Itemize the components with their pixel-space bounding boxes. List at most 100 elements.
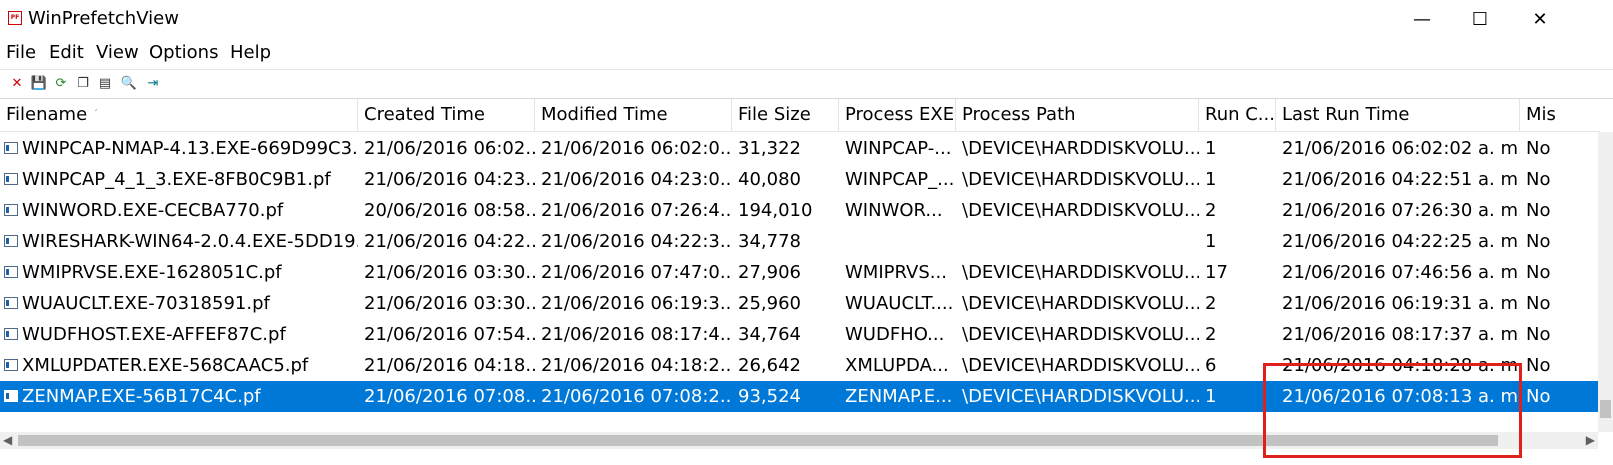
cell-missing: No [1526, 386, 1551, 407]
cell-created-time: 21/06/2016 04:18... [364, 355, 535, 376]
cell-process-path: \DEVICE\HARDDISKVOLU... [962, 138, 1199, 159]
table-row[interactable]: WUDFHOST.EXE-AFFEF87C.pf 21/06/2016 07:54… [0, 319, 1600, 350]
cell-run-counter: 2 [1205, 293, 1217, 314]
column-label: Filename [6, 104, 88, 125]
cell-file-size: 40,080 [738, 169, 801, 190]
cell-created-time: 21/06/2016 04:23... [364, 169, 535, 190]
menu-edit[interactable]: Edit [49, 42, 84, 63]
window-title: WinPrefetchView [28, 8, 179, 29]
cell-filename: WINPCAP_4_1_3.EXE-8FB0C9B1.pf [22, 169, 331, 190]
cell-process-exe: WMIPRVS... [845, 262, 947, 283]
maximize-button[interactable]: ☐ [1450, 0, 1510, 38]
copy-icon[interactable]: ❐ [74, 74, 92, 92]
cell-created-time: 21/06/2016 04:22... [364, 231, 535, 252]
cell-filename: WINPCAP-NMAP-4.13.EXE-669D99C3... [22, 138, 358, 159]
cell-run-counter: 2 [1205, 200, 1217, 221]
sort-ascending-icon: ˊ [93, 109, 99, 120]
column-header-file-size[interactable]: File Size [732, 99, 839, 132]
cell-modified-time: 21/06/2016 06:02:0... [541, 138, 732, 159]
cell-modified-time: 21/06/2016 07:08:2... [541, 386, 732, 407]
cell-missing: No [1526, 200, 1551, 221]
find-icon[interactable]: 🔍 [120, 74, 138, 92]
cell-filename: WMIPRVSE.EXE-1628051C.pf [22, 262, 282, 283]
cell-filename: WUDFHOST.EXE-AFFEF87C.pf [22, 324, 286, 345]
close-button[interactable]: ✕ [1510, 0, 1570, 38]
table-row[interactable]: WMIPRVSE.EXE-1628051C.pf 21/06/2016 03:30… [0, 257, 1600, 288]
app-icon: PF [8, 11, 22, 25]
menu-file[interactable]: File [6, 42, 36, 63]
cell-last-run-time: 21/06/2016 04:22:25 a. m. [1282, 231, 1520, 252]
column-header-modified-time[interactable]: Modified Time [535, 99, 732, 132]
cell-file-size: 27,906 [738, 262, 801, 283]
exit-icon[interactable]: ⇥ [144, 74, 162, 92]
cell-process-path: \DEVICE\HARDDISKVOLU... [962, 386, 1199, 407]
scroll-right-arrow-icon[interactable]: ▶ [1586, 432, 1595, 449]
cell-process-exe: WUAUCLT.... [845, 293, 954, 314]
table-row[interactable]: WUAUCLT.EXE-70318591.pf 21/06/2016 03:30.… [0, 288, 1600, 319]
column-header-missing[interactable]: Mis [1520, 99, 1600, 132]
cell-modified-time: 21/06/2016 04:18:2... [541, 355, 732, 376]
title-bar: PF WinPrefetchView — ☐ ✕ [0, 0, 1613, 38]
cell-run-counter: 2 [1205, 324, 1217, 345]
cell-file-size: 31,322 [738, 138, 801, 159]
cell-file-size: 25,960 [738, 293, 801, 314]
table-row[interactable]: WINWORD.EXE-CECBA770.pf 20/06/2016 08:58.… [0, 195, 1600, 226]
cell-created-time: 21/06/2016 07:08... [364, 386, 535, 407]
cell-missing: No [1526, 231, 1551, 252]
refresh-icon[interactable]: ⟳ [52, 74, 70, 92]
cell-last-run-time: 21/06/2016 07:46:56 a. m... [1282, 262, 1520, 283]
cell-process-path: \DEVICE\HARDDISKVOLU... [962, 355, 1199, 376]
column-header-run-counter[interactable]: Run C... [1199, 99, 1276, 132]
cell-last-run-time: 21/06/2016 04:22:51 a. m. [1282, 169, 1520, 190]
cell-filename: ZENMAP.EXE-56B17C4C.pf [22, 386, 261, 407]
minimize-button[interactable]: — [1392, 0, 1452, 38]
cell-process-path [956, 226, 1199, 257]
cell-process-path: \DEVICE\HARDDISKVOLU... [962, 293, 1199, 314]
cell-created-time: 21/06/2016 03:30... [364, 262, 535, 283]
column-header-last-run-time[interactable]: Last Run Time [1276, 99, 1520, 132]
annotation-highlight-box [1263, 363, 1522, 458]
menu-help[interactable]: Help [230, 42, 271, 63]
delete-icon[interactable]: ✕ [8, 74, 26, 92]
cell-process-exe: WINPCAP_... [845, 169, 955, 190]
cell-file-size: 26,642 [738, 355, 801, 376]
cell-filename: WINWORD.EXE-CECBA770.pf [22, 200, 284, 221]
cell-created-time: 21/06/2016 03:30... [364, 293, 535, 314]
cell-run-counter: 1 [1205, 169, 1217, 190]
column-header-filename[interactable]: Filename ˊ [0, 99, 358, 132]
table-row[interactable]: WINPCAP_4_1_3.EXE-8FB0C9B1.pf 21/06/2016 … [0, 164, 1600, 195]
menu-options[interactable]: Options [149, 42, 218, 63]
vertical-scroll-thumb[interactable] [1600, 400, 1611, 418]
cell-modified-time: 21/06/2016 04:22:3... [541, 231, 732, 252]
cell-process-exe: XMLUPDA... [845, 355, 949, 376]
table-row[interactable]: WIRESHARK-WIN64-2.0.4.EXE-5DD19... 21/06/… [0, 226, 1600, 257]
cell-missing: No [1526, 262, 1551, 283]
table-row[interactable]: WINPCAP-NMAP-4.13.EXE-669D99C3... 21/06/2… [0, 133, 1600, 164]
cell-last-run-time: 21/06/2016 07:26:30 a. m... [1282, 200, 1520, 221]
cell-filename: XMLUPDATER.EXE-568CAAC5.pf [22, 355, 309, 376]
properties-icon[interactable]: ▤ [96, 74, 114, 92]
cell-last-run-time: 21/06/2016 08:17:37 a. m... [1282, 324, 1520, 345]
column-header-process-path[interactable]: Process Path [956, 99, 1199, 132]
cell-process-path: \DEVICE\HARDDISKVOLU... [962, 169, 1199, 190]
column-header-created-time[interactable]: Created Time [358, 99, 535, 132]
vertical-scrollbar[interactable] [1598, 132, 1613, 432]
cell-process-exe: WUDFHO... [845, 324, 945, 345]
cell-run-counter: 1 [1205, 138, 1217, 159]
cell-process-exe [839, 226, 956, 257]
cell-missing: No [1526, 324, 1551, 345]
cell-run-counter: 17 [1205, 262, 1228, 283]
cell-missing: No [1526, 169, 1551, 190]
cell-modified-time: 21/06/2016 08:17:4... [541, 324, 732, 345]
cell-created-time: 21/06/2016 07:54... [364, 324, 535, 345]
list-header: Filename ˊ Created Time Modified Time Fil… [0, 99, 1600, 132]
menu-view[interactable]: View [96, 42, 139, 63]
cell-process-exe: WINWOR... [845, 200, 943, 221]
cell-modified-time: 21/06/2016 07:47:0... [541, 262, 732, 283]
cell-process-path: \DEVICE\HARDDISKVOLU... [962, 262, 1199, 283]
column-header-process-exe[interactable]: Process EXE [839, 99, 956, 132]
cell-missing: No [1526, 138, 1551, 159]
scroll-left-arrow-icon[interactable]: ◀ [3, 432, 12, 449]
save-icon[interactable]: 💾 [30, 74, 48, 92]
cell-filename: WUAUCLT.EXE-70318591.pf [22, 293, 270, 314]
